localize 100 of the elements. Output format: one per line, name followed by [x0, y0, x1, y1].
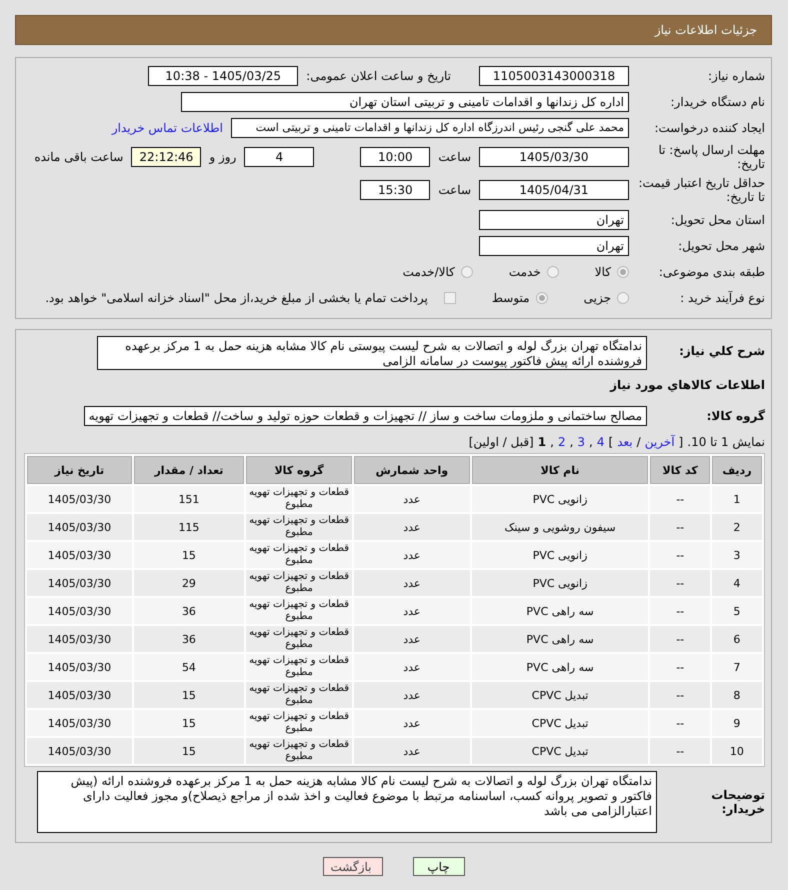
table-cell: تبدیل CPVC — [472, 738, 648, 764]
table-cell: 54 — [134, 654, 244, 680]
table-cell: 1405/03/30 — [27, 626, 132, 652]
page-link[interactable]: بعد — [617, 435, 633, 449]
page-link[interactable]: آخرین — [644, 435, 675, 449]
table-cell: سه راهی PVC — [472, 626, 648, 652]
field-label: طبقه بندی موضوعی: — [658, 264, 765, 278]
need-number-field: 1105003143000318 — [479, 66, 629, 86]
current-page: 1 — [538, 435, 546, 449]
radio-label: کالا/خدمت — [402, 264, 455, 278]
table-cell: 1405/03/30 — [27, 654, 132, 680]
radio-button[interactable] — [546, 266, 559, 278]
description-field: ندامتگاه تهران بزرگ لوله و اتصالات به شرح لیست پیوستی نام کالا مشابه هزینه حمل به 1 مرکز برعهده فروشنده ارائه پیش فاکتور پیوست در سامانه الزامی — [97, 336, 647, 370]
checkbox[interactable] — [444, 292, 456, 304]
radio-button[interactable] — [617, 292, 629, 304]
days-field: 4 — [244, 147, 314, 167]
table-cell: قطعات و تجهیزات تهویه مطبوع — [246, 682, 352, 708]
radio-button[interactable] — [460, 266, 473, 278]
field-label: توضیحات خریدار: — [710, 788, 765, 816]
table-cell: 1405/03/30 — [27, 486, 132, 512]
table-cell: 1405/03/30 — [27, 738, 132, 764]
table-cell: 10 — [712, 738, 762, 764]
radio-label: خدمت — [508, 264, 541, 278]
table-cell: 15 — [134, 738, 244, 764]
table-cell: قطعات و تجهیزات تهویه مطبوع — [246, 710, 352, 736]
contact-link[interactable]: اطلاعات تماس خریدار — [112, 120, 223, 134]
table-cell: قطعات و تجهیزات تهویه مطبوع — [246, 486, 352, 512]
field-label: ایجاد کننده درخواست: — [653, 120, 765, 134]
field-label: ساعت — [438, 183, 471, 197]
validity-time-field: 15:30 — [360, 180, 430, 200]
table-cell: عدد — [354, 542, 470, 568]
field-label: شماره نیاز: — [707, 68, 765, 82]
table-cell: -- — [650, 626, 710, 652]
table-cell: 1405/03/30 — [27, 570, 132, 596]
table-cell: 29 — [134, 570, 244, 596]
pager-text: ] — [608, 435, 614, 449]
buyer-org-field: اداره کل زندانها و اقدامات تامینی و تربیتی استان تهران — [181, 92, 629, 112]
page-link[interactable]: 4 — [596, 435, 605, 449]
radio-button[interactable] — [617, 266, 629, 278]
column-header: واحد شمارش — [354, 456, 470, 484]
checkbox-label: پرداخت تمام یا بخشی از مبلغ خرید،از محل "اسناد خزانه اسلامی" خواهد بود. — [45, 290, 428, 304]
table-cell: تبدیل CPVC — [472, 682, 648, 708]
table-cell: سه راهی PVC — [472, 598, 648, 624]
field-label: تاریخ و ساعت اعلان عمومی: — [306, 68, 451, 82]
table-cell: 15 — [134, 710, 244, 736]
table-cell: قطعات و تجهیزات تهویه مطبوع — [246, 738, 352, 764]
deadline-time-field: 10:00 — [360, 147, 430, 167]
radio-label: کالا — [594, 264, 611, 278]
print-button[interactable]: چاپ — [412, 857, 464, 876]
table-cell: قطعات و تجهیزات تهویه مطبوع — [246, 626, 352, 652]
page-link[interactable]: 2 — [558, 435, 566, 449]
table-cell: 6 — [712, 626, 762, 652]
column-header: کد کالا — [650, 456, 710, 484]
field-label: نوع فرآیند خرید : — [679, 290, 765, 304]
page-header: جزئیات اطلاعات نیاز — [15, 15, 772, 45]
table-cell: قطعات و تجهیزات تهویه مطبوع — [246, 654, 352, 680]
column-header: تعداد / مقدار — [134, 456, 244, 484]
table-cell: 1 — [712, 486, 762, 512]
table-cell: 1405/03/30 — [27, 598, 132, 624]
field-label: ساعت باقی مانده — [34, 150, 124, 164]
back-button[interactable]: بازگشت — [322, 857, 382, 876]
table-cell: 4 — [712, 570, 762, 596]
table-cell: 36 — [134, 626, 244, 652]
radio-button[interactable] — [536, 292, 548, 304]
table-cell: عدد — [354, 570, 470, 596]
table-cell: 1405/03/30 — [27, 514, 132, 540]
province-field: تهران — [479, 210, 629, 230]
table-cell: 8 — [712, 682, 762, 708]
buyer-notes-field: ندامتگاه تهران بزرگ لوله و اتصالات به شرح لیست نام کالا مشابه هزینه حمل به 1 مرکز برعهده فروشنده ارائه (پیش فاکتور و تصویر پروانه کسب، اساسنامه مرتبط با موضوع فعالیت و اخذ شده از مراجع ذیصلاح)و مجوز فعالیت دارای اعتبارالزامی می باشد — [37, 771, 657, 833]
page-link[interactable]: 3 — [577, 435, 586, 449]
table-cell: 115 — [134, 514, 244, 540]
field-label: شرح كلي نياز: — [678, 344, 765, 358]
pager-text: / — [636, 435, 641, 449]
table-cell: -- — [650, 486, 710, 512]
column-header: نام کالا — [472, 456, 648, 484]
table-cell: -- — [650, 682, 710, 708]
table-cell: 7 — [712, 654, 762, 680]
table-cell: عدد — [354, 682, 470, 708]
column-header: ردیف — [712, 456, 762, 484]
table-cell: -- — [650, 738, 710, 764]
table-cell: 1405/03/30 — [27, 542, 132, 568]
section-title: اطلاعات كالاهاي مورد نياز — [610, 378, 765, 392]
table-cell: عدد — [354, 710, 470, 736]
pager-text: [ — [678, 435, 684, 449]
field-label: مهلت ارسال پاسخ: تا تاریخ: — [657, 143, 765, 171]
field-label: ساعت — [438, 150, 471, 164]
pager-text: , — [550, 435, 554, 449]
table-cell: 2 — [712, 514, 762, 540]
table-cell: -- — [650, 710, 710, 736]
table-cell: عدد — [354, 514, 470, 540]
table-cell: عدد — [354, 654, 470, 680]
table-cell: 36 — [134, 598, 244, 624]
table-cell: سیفون روشویی و سینک — [472, 514, 648, 540]
table-cell: 15 — [134, 682, 244, 708]
column-header: گروه کالا — [246, 456, 352, 484]
announce-date-field: 1405/03/25 - 10:38 — [148, 66, 298, 86]
table-cell: قطعات و تجهیزات تهویه مطبوع — [246, 598, 352, 624]
table-cell: عدد — [354, 486, 470, 512]
table-cell: -- — [650, 654, 710, 680]
pager-text: نمایش 1 تا 10. — [687, 435, 765, 449]
